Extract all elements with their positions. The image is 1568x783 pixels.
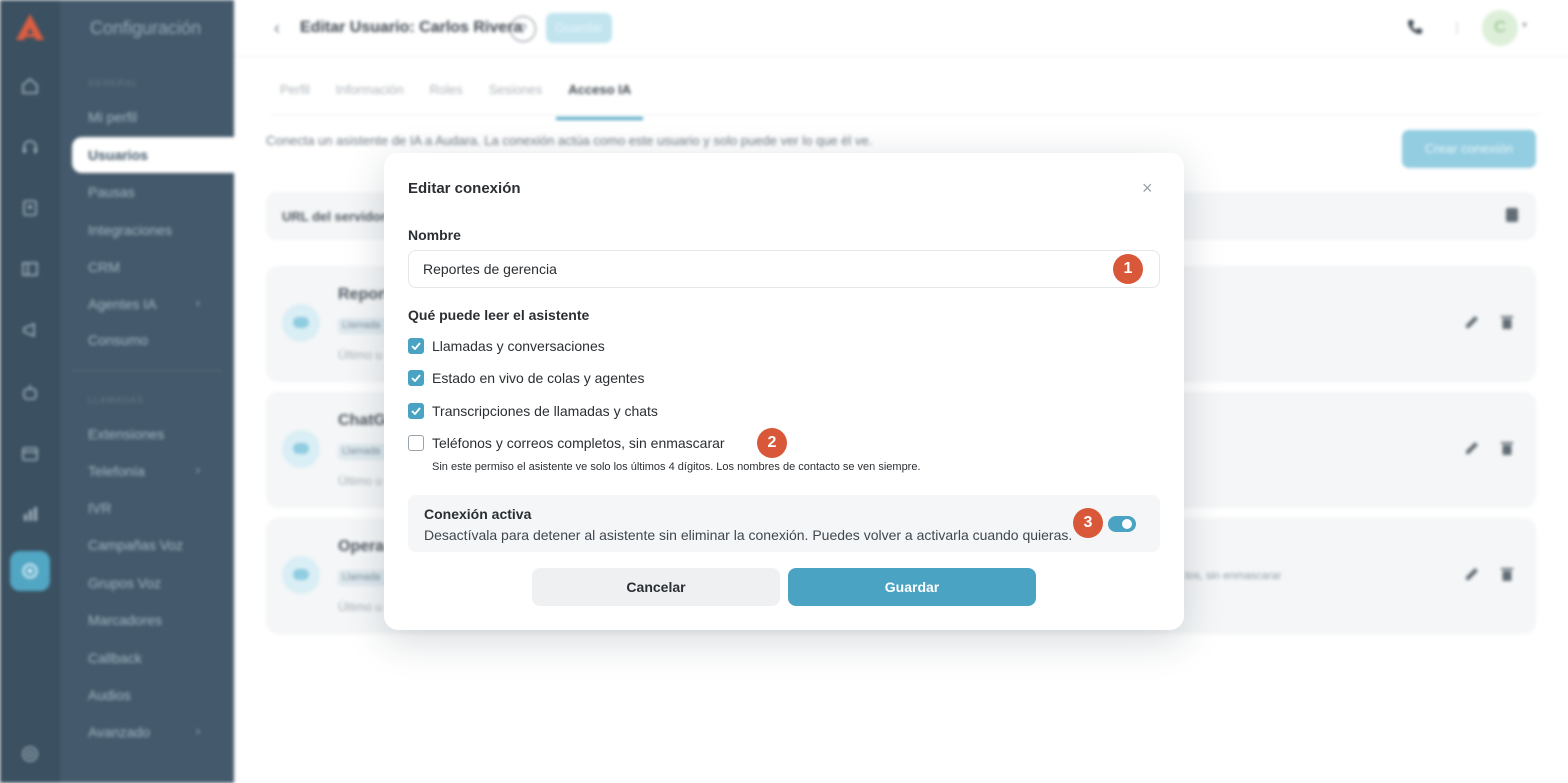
permission-label: Transcripciones de llamadas y chats: [432, 403, 658, 419]
active-title: Conexión activa: [424, 506, 532, 522]
permission-estado[interactable]: Estado en vivo de colas y agentes: [408, 370, 644, 386]
edit-connection-dialog: Editar conexión × Nombre Qué puede leer …: [384, 153, 1184, 630]
permission-telefonos[interactable]: Teléfonos y correos completos, sin enmas…: [408, 435, 725, 451]
step-marker-1: 1: [1113, 254, 1143, 284]
checkbox-checked[interactable]: [408, 370, 424, 386]
permission-llamadas[interactable]: Llamadas y conversaciones: [408, 338, 605, 354]
dialog-title: Editar conexión: [408, 180, 521, 197]
step-marker-3: 3: [1073, 508, 1103, 538]
close-icon[interactable]: ×: [1142, 179, 1153, 197]
cancel-button[interactable]: Cancelar: [532, 568, 780, 606]
checkbox-unchecked[interactable]: [408, 435, 424, 451]
name-label: Nombre: [408, 227, 461, 243]
save-button[interactable]: Guardar: [788, 568, 1036, 606]
checkmark-icon: [411, 407, 421, 415]
active-connection-box: Conexión activa Desactívala para detener…: [408, 495, 1160, 552]
name-input[interactable]: [408, 250, 1160, 288]
permission-label: Llamadas y conversaciones: [432, 338, 605, 354]
step-marker-2: 2: [757, 428, 787, 458]
checkmark-icon: [411, 374, 421, 382]
permission-label: Estado en vivo de colas y agentes: [432, 370, 645, 386]
active-toggle[interactable]: [1108, 516, 1136, 532]
permission-hint: Sin este permiso el asistente ve solo lo…: [432, 461, 921, 473]
permission-transcripciones[interactable]: Transcripciones de llamadas y chats: [408, 403, 658, 419]
checkbox-checked[interactable]: [408, 403, 424, 419]
checkbox-checked[interactable]: [408, 338, 424, 354]
permission-label: Teléfonos y correos completos, sin enmas…: [432, 435, 725, 451]
permissions-label: Qué puede leer el asistente: [408, 307, 590, 323]
toggle-knob: [1122, 519, 1132, 529]
checkmark-icon: [411, 342, 421, 350]
active-description: Desactívala para detener al asistente si…: [424, 527, 1073, 543]
